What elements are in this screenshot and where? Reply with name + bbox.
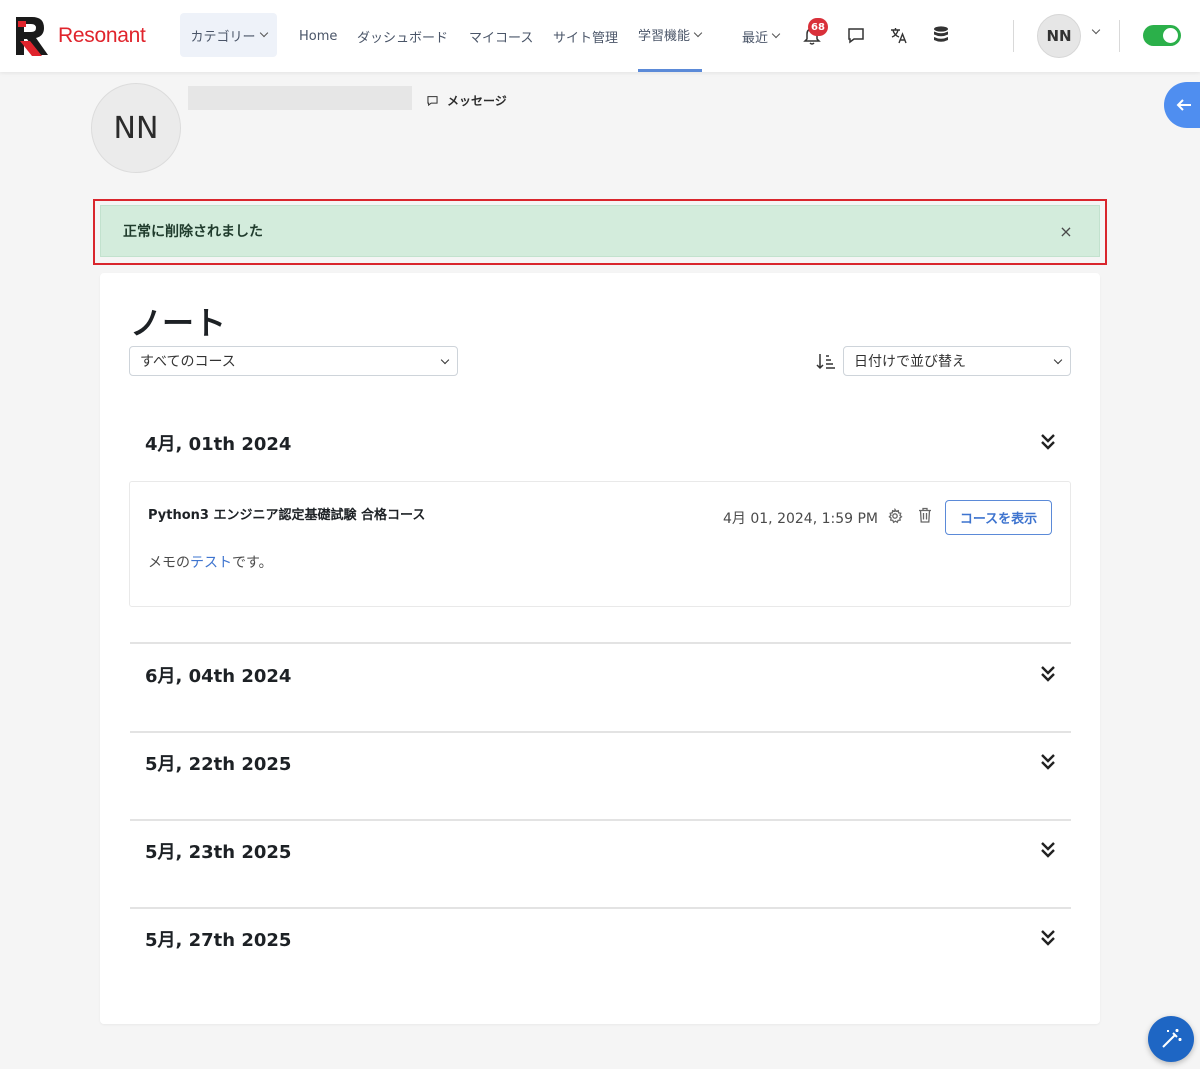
message-link-label: メッセージ	[447, 94, 507, 108]
notes-card	[100, 273, 1100, 1024]
note-course-title: Python3 エンジニア認定基礎試験 合格コース	[148, 508, 426, 523]
note-body-link[interactable]: テスト	[190, 555, 232, 571]
group-divider	[130, 642, 1071, 644]
alert-message: 正常に削除されました	[123, 224, 263, 240]
note-item	[129, 481, 1071, 607]
message-link[interactable]: メッセージ	[426, 92, 507, 109]
group-divider	[130, 819, 1071, 821]
nav-recent-dropdown[interactable]: 最近	[742, 0, 781, 72]
sort-select[interactable]: 日付けで並び替え	[843, 346, 1071, 376]
user-avatar-button[interactable]: NN	[1037, 14, 1081, 58]
nav-home[interactable]: Home	[299, 0, 337, 72]
gear-icon[interactable]	[887, 508, 903, 524]
double-chevron-icon[interactable]	[1038, 752, 1058, 772]
nav-site-admin[interactable]: サイト管理	[553, 0, 618, 72]
nav-learning-dropdown[interactable]: 学習機能	[638, 0, 703, 72]
note-timestamp: 4月 01, 2024, 1:59 PM	[723, 511, 879, 527]
chevron-down-icon	[771, 29, 781, 39]
trash-icon[interactable]	[918, 507, 932, 523]
double-chevron-icon[interactable]	[1038, 664, 1058, 684]
nav-my-courses[interactable]: マイコース	[469, 0, 533, 72]
view-course-button[interactable]: コースを表示	[945, 500, 1052, 535]
note-body-suffix: です。	[232, 555, 273, 571]
course-filter-value: すべてのコース	[140, 354, 236, 370]
brand-name: Resonant	[58, 24, 146, 47]
nav-learning-label: 学習機能	[638, 29, 691, 44]
translate-icon	[891, 28, 907, 44]
date-group-header[interactable]: 5月, 22th 2025	[145, 750, 291, 776]
message-icon	[426, 94, 439, 107]
nav-categories-label: カテゴリー	[190, 29, 256, 45]
double-chevron-icon[interactable]	[1038, 928, 1058, 948]
magic-wand-icon	[1162, 1029, 1182, 1048]
nav-categories-dropdown[interactable]: カテゴリー	[180, 13, 277, 57]
arrow-left-icon	[1176, 99, 1191, 111]
nav-divider	[1119, 20, 1120, 52]
alert-close-button[interactable]: ×	[1057, 222, 1075, 241]
date-group-header[interactable]: 4月, 01th 2024	[145, 430, 291, 456]
nav-recent-label: 最近	[742, 30, 769, 46]
brand-logo[interactable]: Resonant	[14, 14, 146, 58]
date-group-header[interactable]: 5月, 23th 2025	[145, 838, 291, 864]
sort-order-icon[interactable]	[816, 352, 836, 370]
sort-select-value: 日付けで並び替え	[854, 354, 966, 370]
double-chevron-icon[interactable]	[1038, 840, 1058, 860]
nav-dashboard[interactable]: ダッシュボード	[357, 0, 448, 72]
language-button[interactable]	[886, 22, 912, 48]
top-navbar: Resonant カテゴリー Home ダッシュボード マイコース サイト管理 …	[0, 0, 1200, 72]
chevron-down-icon[interactable]	[1091, 25, 1101, 35]
profile-name-redacted	[188, 86, 412, 110]
profile-avatar: NN	[91, 83, 181, 173]
ai-assistant-button[interactable]	[1148, 1016, 1194, 1062]
double-chevron-icon[interactable]	[1038, 432, 1058, 452]
note-body-prefix: メモの	[148, 555, 190, 571]
nav-divider	[1013, 20, 1014, 52]
group-divider	[130, 731, 1071, 733]
note-body: メモのテストです。	[148, 552, 273, 572]
page-title: ノート	[130, 304, 227, 342]
data-button[interactable]	[928, 22, 954, 48]
drawer-toggle-button[interactable]	[1164, 82, 1200, 128]
chevron-down-icon	[1053, 355, 1063, 365]
notification-count-badge: 68	[808, 18, 828, 36]
date-group-header[interactable]: 5月, 27th 2025	[145, 926, 291, 952]
resonant-logo-icon	[16, 17, 48, 56]
edit-mode-toggle[interactable]	[1143, 25, 1181, 46]
database-icon	[934, 26, 948, 42]
success-alert: 正常に削除されました	[100, 205, 1100, 257]
chevron-down-icon	[259, 28, 268, 38]
chevron-down-icon	[440, 355, 450, 365]
group-divider	[130, 907, 1071, 909]
chevron-down-icon	[693, 28, 703, 37]
message-icon	[848, 28, 864, 44]
course-filter-select[interactable]: すべてのコース	[129, 346, 458, 376]
date-group-header[interactable]: 6月, 04th 2024	[145, 662, 291, 688]
messages-button[interactable]	[843, 22, 869, 48]
